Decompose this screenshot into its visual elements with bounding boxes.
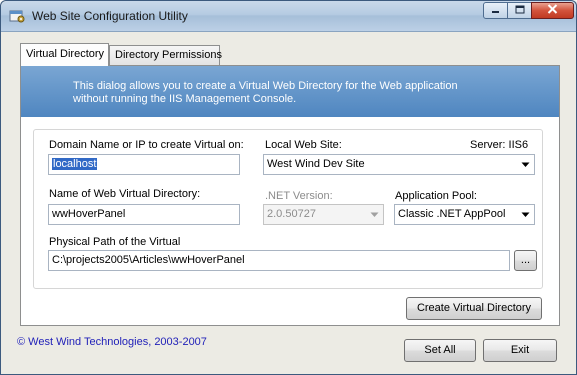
physical-path-label: Physical Path of the Virtual <box>49 236 181 248</box>
vdir-field[interactable]: wwHoverPanel <box>48 204 240 225</box>
vdir-field-value: wwHoverPanel <box>52 208 126 220</box>
app-pool-value: Classic .NET AppPool <box>398 208 506 220</box>
tab-directory-permissions[interactable]: Directory Permissions <box>109 45 222 65</box>
physical-path-value: C:\projects2005\Articles\wwHoverPanel <box>52 254 245 266</box>
set-all-button[interactable]: Set All <box>404 339 476 362</box>
net-version-dropdown[interactable]: 2.0.50727 <box>263 204 384 225</box>
domain-field-value: localhost <box>52 158 98 170</box>
title-bar[interactable]: Web Site Configuration Utility <box>1 1 576 32</box>
minimize-button[interactable] <box>483 2 508 19</box>
chevron-down-icon <box>366 205 383 224</box>
chevron-down-icon <box>517 205 534 224</box>
local-site-value: West Wind Dev Site <box>267 158 365 170</box>
copyright-text: © West Wind Technologies, 2003-2007 <box>17 336 207 348</box>
browse-button[interactable]: ... <box>514 250 537 271</box>
domain-field[interactable]: localhost <box>48 154 240 175</box>
settings-window-icon <box>9 8 25 24</box>
net-version-value: 2.0.50727 <box>267 208 316 220</box>
window-title: Web Site Configuration Utility <box>32 9 188 23</box>
local-site-label: Local Web Site: <box>265 139 342 151</box>
app-pool-dropdown[interactable]: Classic .NET AppPool <box>394 204 535 225</box>
exit-button[interactable]: Exit <box>483 339 557 362</box>
tab-virtual-directory[interactable]: Virtual Directory <box>20 43 109 66</box>
maximize-icon <box>515 5 525 17</box>
create-virtual-directory-button[interactable]: Create Virtual Directory <box>406 297 542 320</box>
minimize-icon <box>491 5 501 17</box>
physical-path-field[interactable]: C:\projects2005\Articles\wwHoverPanel <box>48 250 510 271</box>
vdir-label: Name of Web Virtual Directory: <box>49 188 201 200</box>
app-pool-label: Application Pool: <box>395 190 477 202</box>
local-site-dropdown[interactable]: West Wind Dev Site <box>263 154 535 175</box>
server-label: Server: IIS6 <box>470 139 529 151</box>
maximize-button[interactable] <box>507 2 532 19</box>
domain-label: Domain Name or IP to create Virtual on: <box>49 139 244 151</box>
chevron-down-icon <box>517 155 534 174</box>
banner-description: This dialog allows you to create a Virtu… <box>73 80 458 105</box>
close-icon <box>547 4 558 17</box>
close-button[interactable] <box>531 2 574 19</box>
net-version-label: .NET Version: <box>265 190 333 202</box>
